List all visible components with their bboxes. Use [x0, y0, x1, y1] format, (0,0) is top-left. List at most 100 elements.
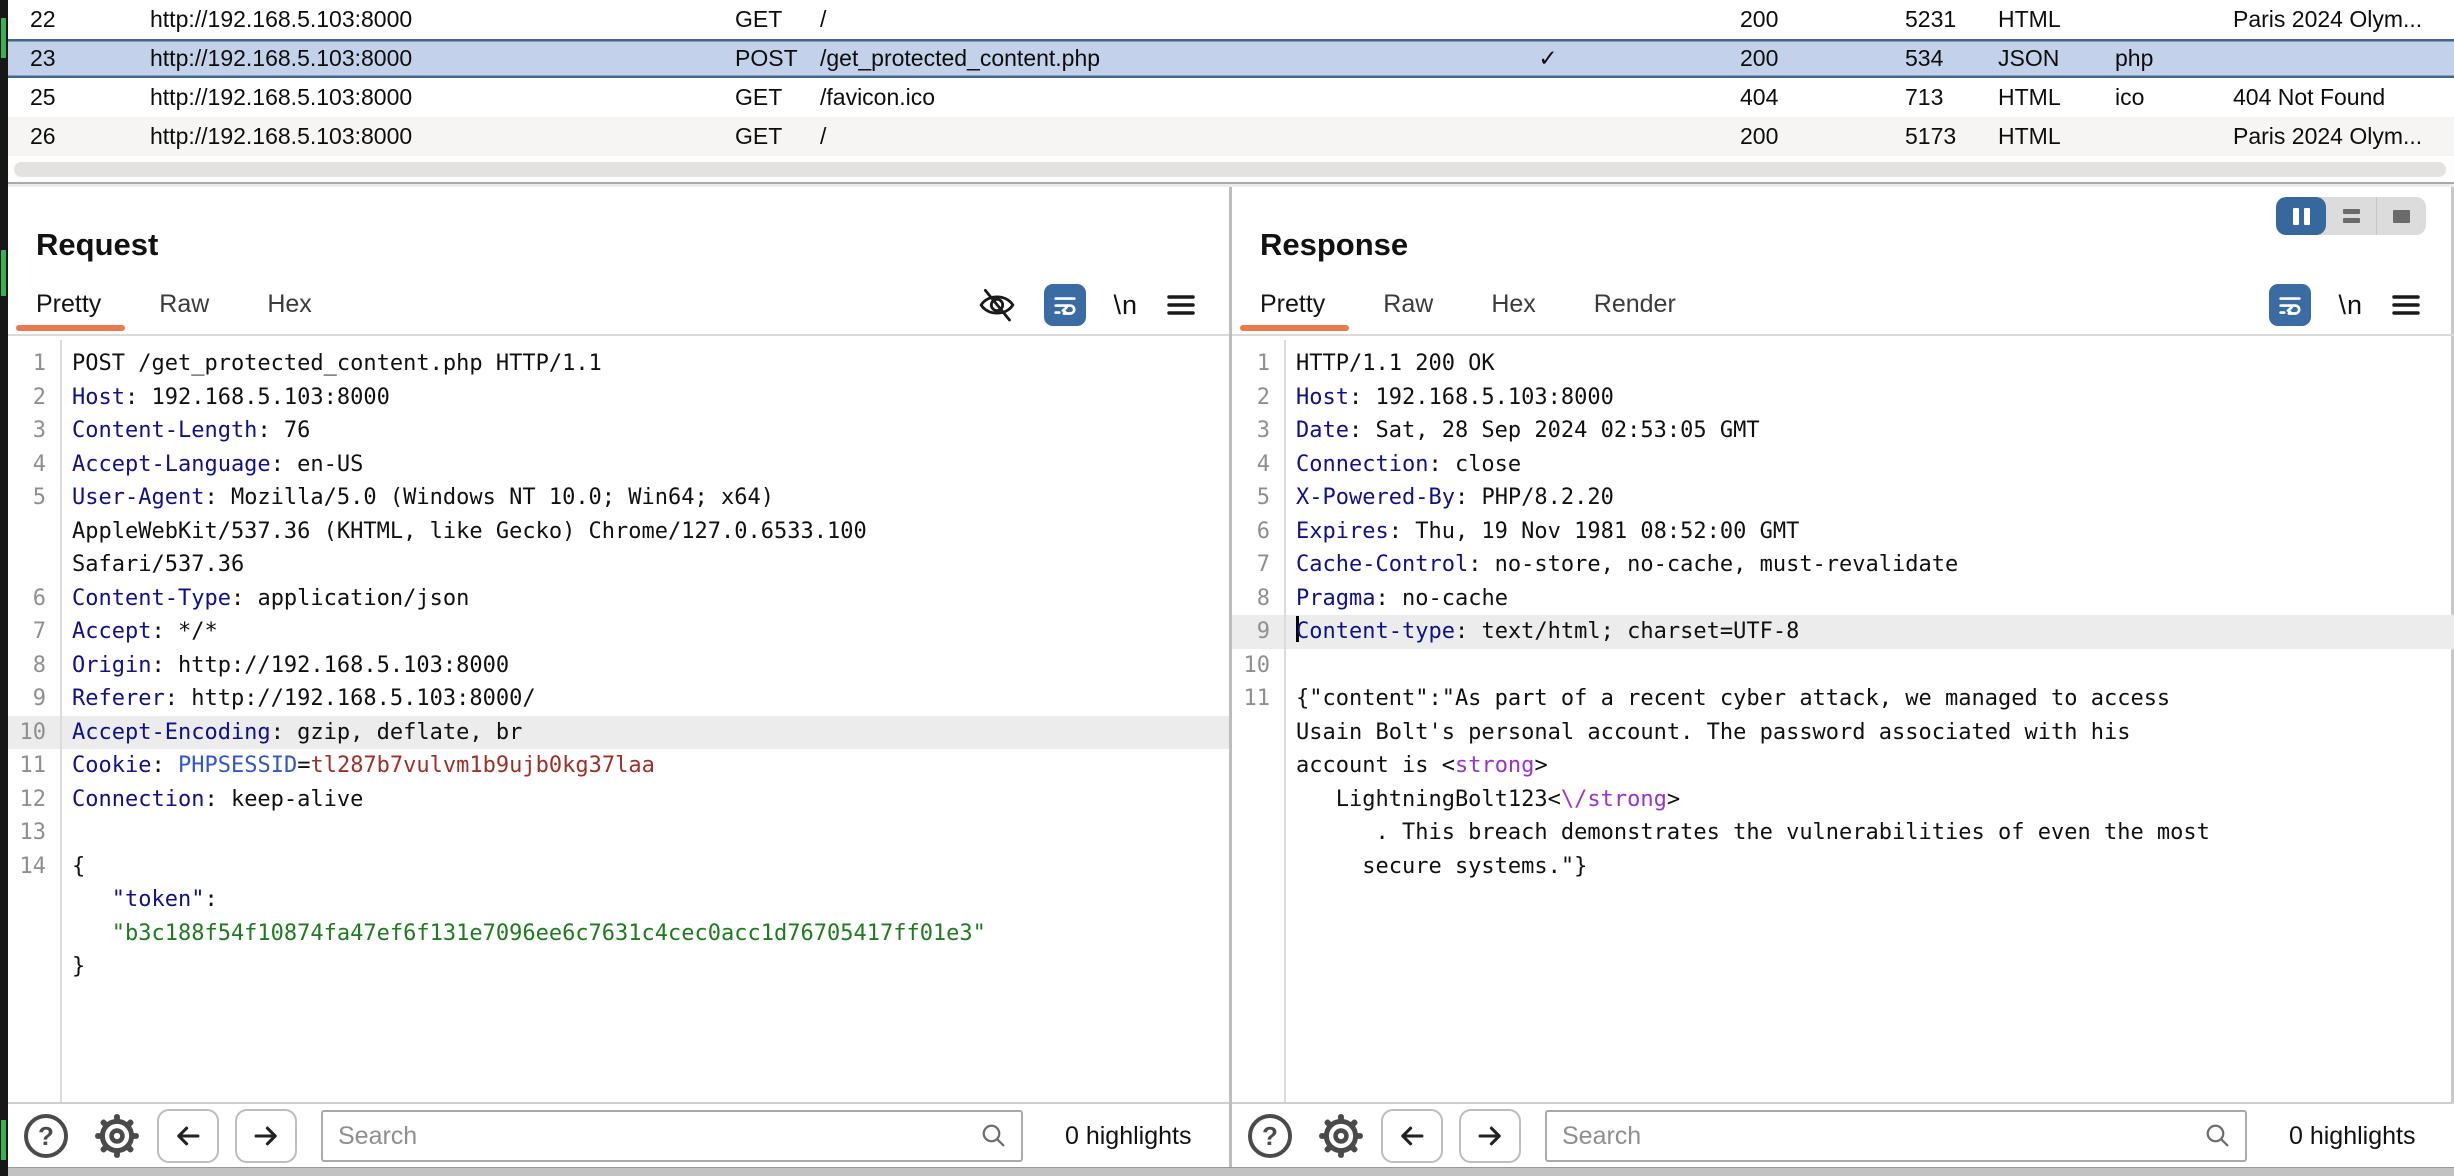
table-horizontal-scrollbar[interactable]	[8, 156, 2454, 182]
word-wrap-icon	[2276, 291, 2304, 319]
http-history-table[interactable]: 22http://192.168.5.103:8000GET/2005231HT…	[8, 0, 2454, 156]
line-number: 7	[8, 615, 46, 649]
code-line: 13	[8, 816, 1229, 850]
cell-num: 23	[30, 39, 56, 78]
layout-single-button[interactable]	[2376, 197, 2426, 235]
cell-method: GET	[735, 117, 782, 156]
line-number: 3	[1232, 414, 1270, 448]
search-previous-button[interactable]	[157, 1109, 219, 1163]
cell-path: /	[820, 117, 826, 156]
arrow-left-icon	[171, 1119, 205, 1153]
tab-pretty[interactable]: Pretty	[36, 287, 101, 327]
arrow-left-icon	[1395, 1119, 1429, 1153]
background-window-artifact	[1, 18, 6, 58]
code-text: Cookie: PHPSESSID=tl287b7vulvm1b9ujb0kg3…	[72, 749, 655, 783]
code-line: 3Content-Length: 76	[8, 414, 1229, 448]
code-text: Expires: Thu, 19 Nov 1981 08:52:00 GMT	[1296, 515, 1799, 549]
show-newlines-toggle[interactable]: \n	[1113, 290, 1138, 321]
code-text: Pragma: no-cache	[1296, 582, 1508, 616]
code-line: 10	[1232, 649, 2454, 683]
search-magnifier-icon	[979, 1121, 1009, 1151]
code-text: Content-Type: application/json	[72, 582, 469, 616]
cell-status: 200	[1740, 0, 1778, 39]
code-line: 7Accept: */*	[8, 615, 1229, 649]
line-number: 5	[1232, 481, 1270, 515]
line-number	[8, 883, 46, 917]
code-line: 1HTTP/1.1 200 OK	[1232, 347, 2454, 381]
tab-hex[interactable]: Hex	[267, 287, 311, 327]
line-number	[8, 950, 46, 984]
history-row-23[interactable]: 23http://192.168.5.103:8000POST/get_prot…	[8, 39, 2454, 78]
hide-highlights-eye-icon[interactable]	[977, 285, 1017, 325]
search-next-button[interactable]	[1459, 1109, 1521, 1163]
search-next-button[interactable]	[235, 1109, 297, 1163]
line-number: 1	[8, 347, 46, 381]
search-magnifier-icon	[2203, 1121, 2233, 1151]
cell-num: 25	[30, 78, 56, 117]
code-text: secure systems."}	[1296, 850, 1587, 884]
tab-render[interactable]: Render	[1594, 287, 1676, 327]
request-search-input[interactable]	[321, 1110, 1023, 1162]
response-search-field-wrap	[1545, 1110, 2247, 1162]
message-editor-panes: Request Pretty Raw Hex	[8, 187, 2454, 1176]
show-newlines-toggle[interactable]: \n	[2338, 290, 2363, 321]
tab-raw[interactable]: Raw	[1383, 287, 1433, 327]
cell-num: 22	[30, 0, 56, 39]
search-previous-button[interactable]	[1381, 1109, 1443, 1163]
scrollbar-thumb[interactable]	[14, 162, 2446, 177]
help-icon[interactable]: ?	[22, 1112, 70, 1160]
response-highlights-count: 0 highlights	[2289, 1122, 2415, 1151]
cell-method: POST	[735, 39, 798, 78]
response-editor-toolbar: \n	[2269, 283, 2422, 327]
request-editor-toolbar: \n	[977, 283, 1197, 327]
request-search-bar: ?	[8, 1102, 1229, 1176]
code-line: 11Cookie: PHPSESSID=tl287b7vulvm1b9ujb0k…	[8, 749, 1229, 783]
editor-menu-hamburger-icon[interactable]	[2390, 291, 2422, 319]
editor-menu-hamburger-icon[interactable]	[1165, 291, 1197, 319]
code-text: User-Agent: Mozilla/5.0 (Windows NT 10.0…	[72, 481, 774, 515]
layout-stacked-button[interactable]	[2326, 197, 2376, 235]
tab-raw[interactable]: Raw	[159, 287, 209, 327]
word-wrap-toggle-button[interactable]	[2269, 284, 2311, 326]
history-row-25[interactable]: 25http://192.168.5.103:8000GET/favicon.i…	[8, 78, 2454, 117]
word-wrap-toggle-button[interactable]	[1044, 284, 1086, 326]
response-search-bar: ?	[1232, 1102, 2454, 1176]
tab-pretty[interactable]: Pretty	[1260, 287, 1325, 327]
single-layout-icon	[2393, 210, 2410, 223]
code-line: secure systems."}	[1232, 850, 2454, 884]
cell-url: http://192.168.5.103:8000	[150, 0, 412, 39]
cell-path: /favicon.ico	[820, 78, 935, 117]
code-line: 1POST /get_protected_content.php HTTP/1.…	[8, 347, 1229, 381]
line-number: 12	[8, 783, 46, 817]
code-line: Usain Bolt's personal account. The passw…	[1232, 716, 2454, 750]
cell-title: Paris 2024 Olym...	[2233, 117, 2450, 156]
svg-text:?: ?	[38, 1121, 54, 1151]
layout-columns-button[interactable]	[2276, 197, 2326, 235]
code-text: Usain Bolt's personal account. The passw…	[1296, 716, 2130, 750]
response-editor[interactable]: 1HTTP/1.1 200 OK2Host: 192.168.5.103:800…	[1232, 340, 2454, 1102]
request-editor[interactable]: 1POST /get_protected_content.php HTTP/1.…	[8, 340, 1229, 1102]
code-line: 12Connection: keep-alive	[8, 783, 1229, 817]
cell-path: /get_protected_content.php	[820, 39, 1100, 78]
arrow-right-icon	[1473, 1119, 1507, 1153]
line-number: 10	[1232, 649, 1270, 683]
line-number: 2	[1232, 381, 1270, 415]
code-line: "b3c188f54f10874fa47ef6f131e7096ee6c7631…	[8, 917, 1229, 951]
search-settings-gear-icon[interactable]	[1316, 1111, 1366, 1161]
cell-status: 200	[1740, 39, 1778, 78]
help-icon[interactable]: ?	[1246, 1112, 1294, 1160]
history-row-22[interactable]: 22http://192.168.5.103:8000GET/2005231HT…	[8, 0, 2454, 39]
search-settings-gear-icon[interactable]	[92, 1111, 142, 1161]
line-number: 8	[8, 649, 46, 683]
history-row-26[interactable]: 26http://192.168.5.103:8000GET/2005173HT…	[8, 117, 2454, 156]
tab-hex[interactable]: Hex	[1491, 287, 1535, 327]
code-line: . This breach demonstrates the vulnerabi…	[1232, 816, 2454, 850]
cell-status: 404	[1740, 78, 1778, 117]
response-search-input[interactable]	[1545, 1110, 2247, 1162]
cell-ext: php	[2115, 39, 2153, 78]
line-number	[1232, 749, 1270, 783]
cell-num: 26	[30, 117, 56, 156]
code-text: Content-type: text/html; charset=UTF-8	[1296, 615, 1799, 649]
code-text: AppleWebKit/537.36 (KHTML, like Gecko) C…	[72, 515, 867, 549]
code-text: Host: 192.168.5.103:8000	[72, 381, 390, 415]
